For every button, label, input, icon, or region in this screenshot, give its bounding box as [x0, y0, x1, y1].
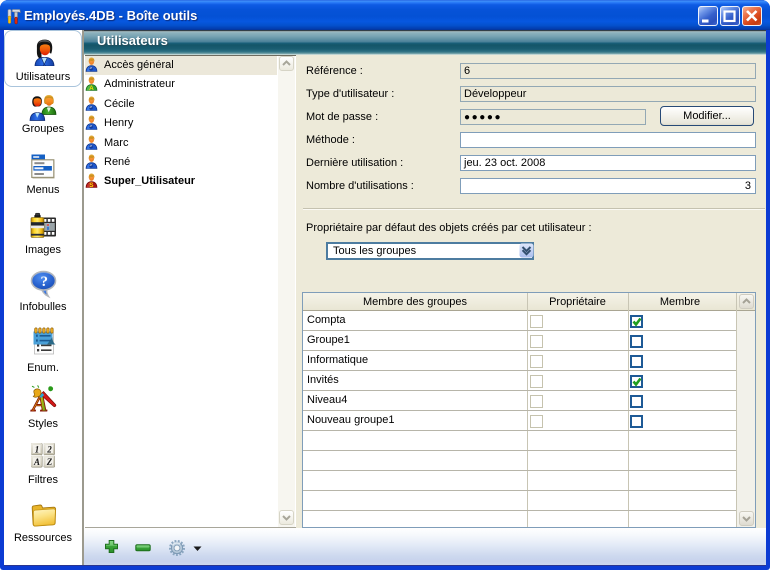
svg-text:1: 1 — [35, 445, 40, 455]
svg-text:A: A — [33, 457, 40, 467]
svg-text:?: ? — [40, 274, 48, 290]
svg-text:S: S — [89, 182, 94, 188]
svg-text:2: 2 — [46, 445, 52, 455]
svg-text:Z: Z — [46, 457, 53, 467]
svg-text:A: A — [89, 85, 94, 91]
